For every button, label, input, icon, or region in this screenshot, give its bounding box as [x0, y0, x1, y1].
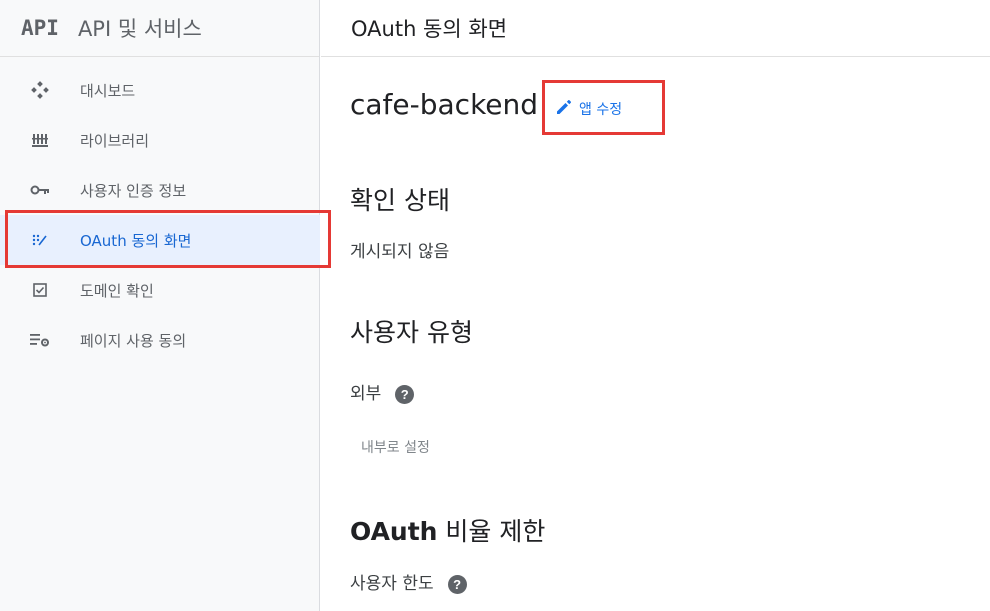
sidebar-item-label: 페이지 사용 동의: [80, 331, 187, 350]
sidebar-item-label: 사용자 인증 정보: [80, 181, 187, 200]
page-title: OAuth 동의 화면: [351, 17, 508, 41]
make-internal-button[interactable]: 내부로 설정: [361, 437, 430, 457]
user-type-row: 외부?: [350, 379, 415, 404]
sidebar-item-label: 라이브러리: [80, 131, 150, 150]
main-header: OAuth 동의 화면: [321, 0, 990, 57]
api-logo[interactable]: API: [21, 16, 59, 40]
user-type-title: 사용자 유형: [350, 318, 473, 347]
sidebar-item-domain-verification[interactable]: 도메인 확인: [0, 265, 320, 315]
user-limit-row: 사용자 한도?: [350, 569, 467, 594]
sidebar-item-page-consent[interactable]: 페이지 사용 동의: [0, 315, 320, 365]
page-consent-icon: [30, 330, 50, 350]
help-icon[interactable]: ?: [447, 574, 467, 594]
edit-icon: [555, 98, 573, 120]
key-icon: [30, 180, 50, 200]
sidebar-item-label: OAuth 동의 화면: [80, 231, 192, 250]
sidebar-item-dashboard[interactable]: 대시보드: [0, 65, 320, 115]
rate-limit-title-rest: 비율 제한: [437, 517, 546, 546]
sidebar-item-credentials[interactable]: 사용자 인증 정보: [0, 165, 320, 215]
user-limit-label: 사용자 한도: [350, 574, 434, 594]
dashboard-icon: [30, 80, 50, 100]
user-type-value: 외부: [350, 384, 382, 404]
sidebar-item-label: 도메인 확인: [80, 281, 154, 300]
rate-limit-title: OAuth 비율 제한: [350, 512, 545, 548]
sidebar-item-label: 대시보드: [80, 81, 136, 100]
sidebar-header: API API 및 서비스: [0, 0, 319, 57]
sidebar-nav: 대시보드 라이브러리 사용자 인증 정보 OAuth 동의 화면 도메인 확인 …: [0, 65, 320, 365]
sidebar-item-oauth-consent[interactable]: OAuth 동의 화면: [0, 215, 320, 265]
oauth-consent-icon: [30, 230, 50, 250]
product-title[interactable]: API 및 서비스: [78, 13, 202, 43]
rate-limit-title-bold: OAuth: [350, 517, 438, 546]
verification-status-title: 확인 상태: [350, 186, 450, 215]
library-icon: [30, 130, 50, 150]
sidebar: API API 및 서비스 대시보드 라이브러리 사용자 인증 정보 OAuth…: [0, 0, 320, 611]
sidebar-item-library[interactable]: 라이브러리: [0, 115, 320, 165]
help-icon[interactable]: ?: [395, 384, 415, 404]
app-name: cafe-backend: [350, 88, 539, 121]
edit-app-label: 앱 수정: [579, 102, 623, 118]
domain-check-icon: [30, 280, 50, 300]
verification-status-value: 게시되지 않음: [350, 242, 450, 262]
edit-app-button[interactable]: 앱 수정: [555, 98, 622, 120]
